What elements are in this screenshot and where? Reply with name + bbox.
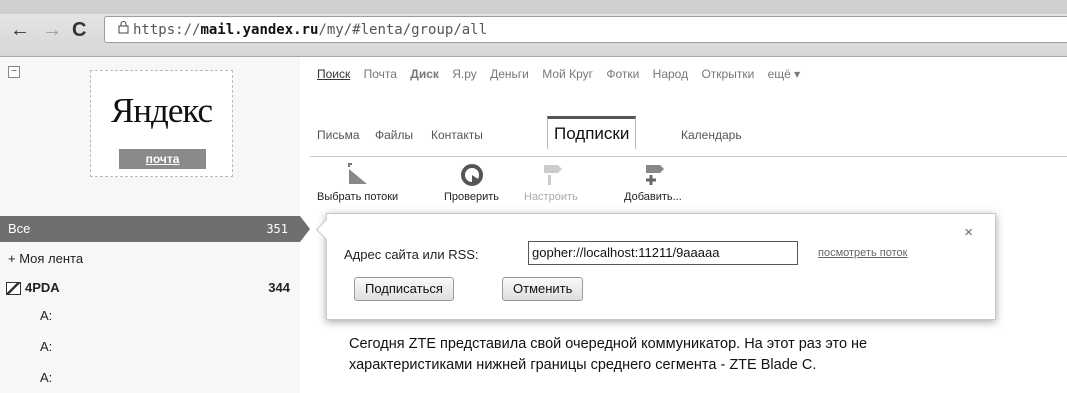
sidebar-item-4pda[interactable]: 4PDA 344 [0,280,300,296]
tab-letters[interactable]: Письма [317,128,360,142]
feed-icon [6,282,21,296]
logo-text: Яндекс [110,91,213,130]
selection-pointer [300,216,310,242]
service-link-money[interactable]: Деньги [490,67,529,81]
service-link-search[interactable]: Поиск [317,67,350,81]
browser-toolbar: ← → C https://mail.yandex.ru/my/#lenta/g… [0,0,1067,57]
select-feeds-label: Выбрать потоки [317,191,399,203]
add-button[interactable]: Добавить... [624,163,682,203]
service-link-more[interactable]: ещё ▾ [768,67,801,81]
address-bar[interactable]: https://mail.yandex.ru/my/#lenta/group/a… [104,16,1067,43]
settings-icon [539,163,563,187]
tab-contacts[interactable]: Контакты [431,128,483,142]
reload-icon[interactable]: C [72,18,86,42]
service-link-mail[interactable]: Почта [364,67,397,81]
sidebar-item-label: 4PDA [25,280,60,295]
sidebar-item-all[interactable]: Все 351 [0,216,310,242]
sidebar-item-label: A: [40,308,53,323]
add-label: Добавить... [624,191,682,203]
service-link-yaru[interactable]: Я.ру [452,67,477,81]
service-link-narod[interactable]: Народ [653,67,688,81]
configure-button[interactable]: Настроить [524,163,578,203]
tab-calendar[interactable]: Календарь [681,128,742,142]
sidebar-item-label: Все [8,221,31,236]
popup-arrow [315,218,338,241]
add-feed-icon [641,163,665,187]
tab-files[interactable]: Файлы [375,128,413,142]
sidebar-item-label: + Моя лента [8,251,84,266]
feeds-icon [346,163,370,187]
service-link-cards[interactable]: Открытки [701,67,754,81]
refresh-icon [460,163,484,187]
cancel-button[interactable]: Отменить [502,277,584,301]
tabs-divider [310,156,1067,157]
sidebar-item-label: A: [40,370,53,385]
service-link-moikrug[interactable]: Мой Круг [542,67,593,81]
subscribe-button[interactable]: Подписаться [354,277,454,301]
sidebar-item-my-feed[interactable]: + Моя лента [8,251,308,266]
article-line: характеристиками нижней границы среднего… [349,357,817,373]
forward-arrow-icon[interactable]: → [42,18,62,42]
rss-address-label: Адрес сайта или RSS: [344,247,479,262]
logo[interactable]: Яндекс почта [90,70,233,177]
back-arrow-icon[interactable]: ← [10,18,30,42]
add-subscription-popup: Адрес сайта или RSS: gopher://localhost:… [315,213,996,320]
sidebar-item-count: 351 [266,222,288,236]
check-label: Проверить [444,191,500,203]
close-icon[interactable]: × [964,224,973,241]
tab-strip [0,0,1067,14]
lock-icon [113,17,133,42]
preview-feed-link[interactable]: посмотреть поток [818,247,907,259]
sidebar-item-feed[interactable]: A: [40,339,340,354]
sidebar-item-feed[interactable]: A: [40,370,340,385]
sidebar-item-feed[interactable]: A: [40,308,340,323]
article-text: Сегодня ZTE представила свой очередной к… [349,334,867,376]
service-link-photos[interactable]: Фотки [606,67,639,81]
rss-address-input[interactable]: gopher://localhost:11211/9aaaaa [528,241,798,265]
sidebar-item-label: A: [40,339,53,354]
collapse-icon[interactable]: − [8,66,20,78]
url-host: mail.yandex.ru [200,22,319,38]
tab-subscriptions[interactable]: Подписки [547,116,637,149]
url-scheme: https:// [133,22,201,38]
check-button[interactable]: Проверить [444,163,499,203]
select-feeds-button[interactable]: Выбрать потоки [317,163,398,203]
logo-badge[interactable]: почта [119,149,206,169]
sidebar-item-count: 344 [268,280,290,295]
configure-label: Настроить [524,191,578,203]
url-path: /my/#lenta/group/all [318,22,488,38]
article-line: Сегодня ZTE представила свой очередной к… [349,336,868,352]
services-nav: Поиск Почта Диск Я.ру Деньги Мой Круг Фо… [317,67,810,81]
service-link-disk[interactable]: Диск [410,67,439,81]
